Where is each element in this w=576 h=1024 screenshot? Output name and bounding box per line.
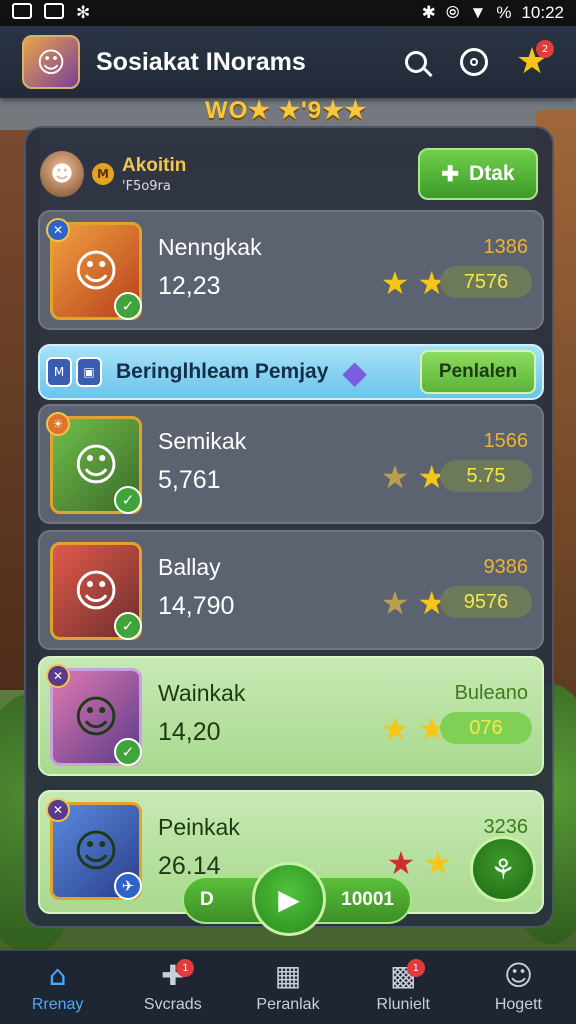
clock: 10:22 xyxy=(521,3,564,22)
item-name: Wainkak xyxy=(158,680,246,706)
value-pill: 9576 xyxy=(440,586,532,618)
event-button[interactable]: Penlalen xyxy=(420,350,536,394)
star-icon: ★ xyxy=(380,458,410,496)
nav-label: Rlunielt xyxy=(376,995,430,1013)
item-score: 12,23 xyxy=(158,272,221,300)
item-name: Semikak xyxy=(158,428,247,454)
check-icon: ✓ xyxy=(114,292,142,320)
badge-icon: M xyxy=(46,357,72,387)
card-icon: ▣ xyxy=(76,357,102,387)
rating: ★ ★ xyxy=(381,264,446,302)
notification-badge: 2 xyxy=(536,40,554,58)
value-pill: 7576 xyxy=(440,266,532,298)
item-points: 1386 xyxy=(483,236,529,258)
image-icon xyxy=(44,3,64,19)
item-name: Ballay xyxy=(158,554,221,580)
play-icon: ▶ xyxy=(278,882,300,916)
item-points: 9386 xyxy=(483,556,529,578)
app-header: ☺ Sosiakat INorams ★ 2 xyxy=(0,26,576,98)
settings-icon: ✻ xyxy=(76,3,91,23)
item-score: 5,761 xyxy=(158,466,221,494)
title-banner: WO★ ★'9★★ xyxy=(205,97,368,124)
rating: ★ ★ xyxy=(381,710,446,748)
plant-icon: ⚘ xyxy=(490,852,516,886)
value-pill: 076 xyxy=(440,712,532,744)
list-item[interactable]: ☺ ✕ ✓ Nenngkak 12,23 1386 ★ ★ 7576 xyxy=(38,210,544,330)
nav-label: Hogett xyxy=(494,995,542,1013)
rating: ★ ★ xyxy=(387,844,452,882)
explore-button[interactable] xyxy=(452,40,496,84)
sun-icon: ☀ xyxy=(46,412,70,436)
favorites-button[interactable]: ★ 2 xyxy=(510,40,554,84)
bottom-navigation: ⌂ Rrenay ✚ 1 Svcrads ▦ Peranlak ▩ 1 Rlun… xyxy=(0,950,576,1024)
player-avatar[interactable]: ☻ xyxy=(40,151,84,197)
nav-label: Peranlak xyxy=(256,995,320,1013)
check-icon: ✓ xyxy=(114,612,142,640)
flight-icon: ✈ xyxy=(114,872,142,900)
battery-text: % xyxy=(496,3,512,22)
gem-icon: ◆ xyxy=(342,353,368,391)
center-action-button[interactable]: ▶ xyxy=(252,862,326,936)
puzzle-icon: ✚ xyxy=(441,162,460,186)
tools-icon: ✕ xyxy=(46,798,70,822)
coin-icon: M xyxy=(92,163,114,185)
nav-label: Rrenay xyxy=(31,995,84,1013)
vibrate-icon: ⦾ xyxy=(445,3,460,22)
value-pill: 5.75 xyxy=(440,460,532,492)
check-icon: ✓ xyxy=(114,738,142,766)
tools-icon: ✕ xyxy=(46,664,70,688)
rating: ★ ★ xyxy=(381,458,446,496)
star-icon: ★ xyxy=(380,710,410,748)
box-icon: ▦ xyxy=(274,958,302,992)
plant-button[interactable]: ⚘ xyxy=(470,836,536,902)
list-item[interactable]: ☺ ✕ ✓ Wainkak 14,20 Buleano ★ ★ 076 xyxy=(38,656,544,776)
home-icon: ⌂ xyxy=(48,958,67,992)
nav-item-box[interactable]: ▦ Peranlak xyxy=(230,951,345,1024)
event-banner: M ▣ Beringlhleam Pemjay ◆ Penlalen xyxy=(38,344,544,400)
compass-icon xyxy=(460,48,488,76)
search-icon xyxy=(405,51,427,73)
nav-label: Svcrads xyxy=(143,995,202,1013)
rating: ★ ★ xyxy=(381,584,446,622)
list-item[interactable]: ☺ ✓ Ballay 14,790 9386 ★ ★ 9576 xyxy=(38,530,544,650)
nav-item-shop[interactable]: ▩ 1 Rlunielt xyxy=(346,951,461,1024)
page-title: Sosiakat INorams xyxy=(96,47,306,76)
action-button[interactable]: ✚ Dtak xyxy=(418,148,538,200)
floating-bar-left: D xyxy=(200,889,214,910)
nav-item-cards[interactable]: ✚ 1 Svcrads xyxy=(115,951,230,1024)
tools-icon: ✕ xyxy=(46,218,70,242)
nav-item-profile[interactable]: ☺ Hogett xyxy=(461,951,576,1024)
player-header: ☻ M Akoitin 'F5o9ra ✚ Dtak xyxy=(40,142,538,206)
user-icon: ☺ xyxy=(503,958,534,992)
item-score: 14,790 xyxy=(158,592,235,620)
event-text: Beringlhleam Pemjay xyxy=(116,360,329,383)
item-name: Nenngkak xyxy=(158,234,262,260)
item-name: Peinkak xyxy=(158,814,240,840)
item-points: 1566 xyxy=(483,430,529,452)
nav-badge: 1 xyxy=(406,959,425,977)
star-icon: ★ xyxy=(423,844,452,882)
nav-item-home[interactable]: ⌂ Rrenay xyxy=(0,951,115,1024)
item-points: Buleano xyxy=(454,682,528,704)
player-subtitle: 'F5o9ra xyxy=(122,178,171,194)
item-score: 14,20 xyxy=(158,718,221,746)
gallery-icon xyxy=(12,3,32,19)
app-avatar[interactable]: ☺ xyxy=(22,35,80,89)
leaderboard-panel: ☻ M Akoitin 'F5o9ra ✚ Dtak ☺ ✕ ✓ Nenngka… xyxy=(24,126,554,928)
list-item[interactable]: ☺ ☀ ✓ Semikak 5,761 1566 ★ ★ 5.75 xyxy=(38,404,544,524)
action-button-label: Dtak xyxy=(469,162,515,185)
nav-badge: 1 xyxy=(176,959,195,977)
check-icon: ✓ xyxy=(114,486,142,514)
search-button[interactable] xyxy=(394,40,438,84)
bluetooth-icon: ✱ xyxy=(421,3,436,22)
wifi-icon: ▼ xyxy=(469,3,487,22)
floating-bar-right: 10001 xyxy=(341,889,394,910)
player-name: Akoitin xyxy=(122,154,187,176)
status-bar: ✻ ✱ ⦾ ▼ % 10:22 xyxy=(0,0,576,26)
star-icon: ★ xyxy=(380,264,410,302)
star-icon: ★ xyxy=(380,584,410,622)
